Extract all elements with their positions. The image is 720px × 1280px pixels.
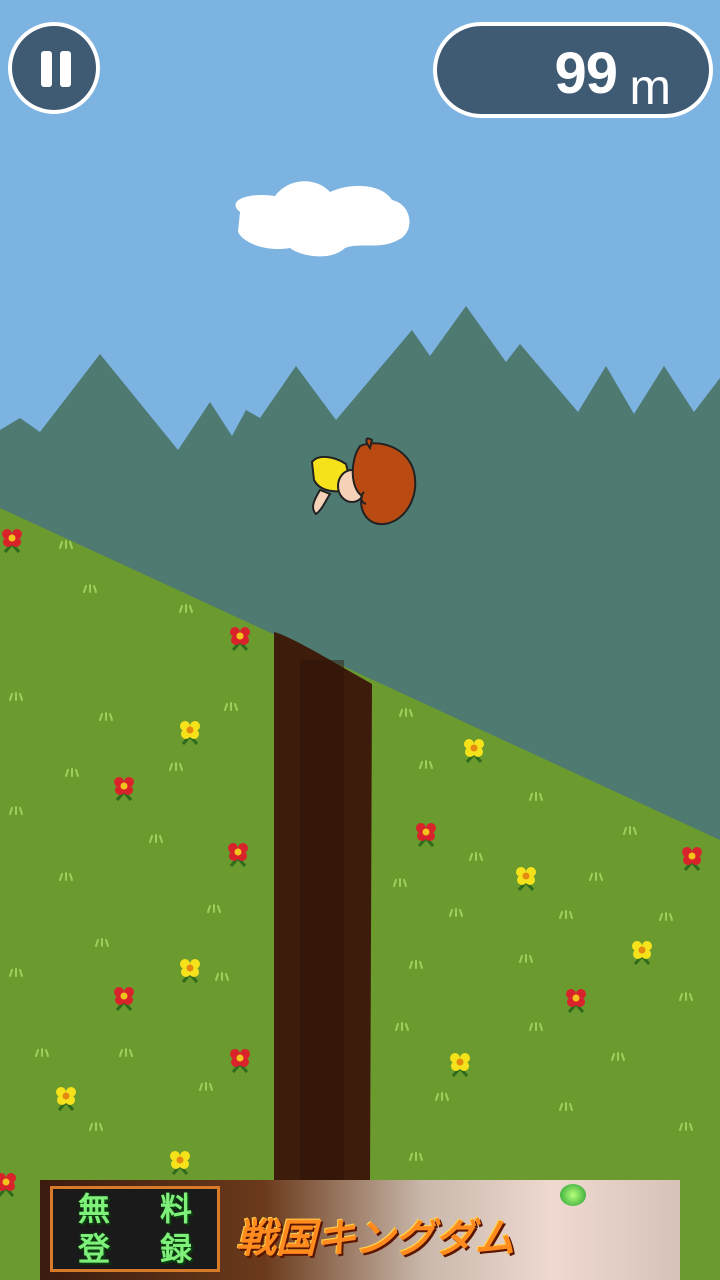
ad-free-char: 料 bbox=[159, 1190, 192, 1228]
ad-banner[interactable]: 無 料 登 録 戦国キングダム bbox=[40, 1180, 680, 1280]
ad-free-char: 無 bbox=[77, 1190, 110, 1228]
ad-gem-icon bbox=[560, 1184, 586, 1206]
ad-free-register-badge: 無 料 登 録 bbox=[50, 1186, 220, 1272]
distance-meter: 99 m bbox=[433, 22, 713, 118]
pause-icon bbox=[41, 51, 52, 87]
pause-button[interactable] bbox=[8, 22, 100, 114]
ad-title: 戦国キングダム bbox=[236, 1215, 515, 1262]
game-scene bbox=[0, 0, 720, 1280]
pause-icon-bar bbox=[60, 51, 71, 87]
distance-value: 99 bbox=[554, 41, 618, 106]
distance-unit: m bbox=[629, 59, 671, 115]
ad-free-char: 登 bbox=[77, 1230, 110, 1268]
tree-trunk-shade bbox=[300, 660, 344, 1180]
ad-free-char: 録 bbox=[159, 1230, 192, 1268]
